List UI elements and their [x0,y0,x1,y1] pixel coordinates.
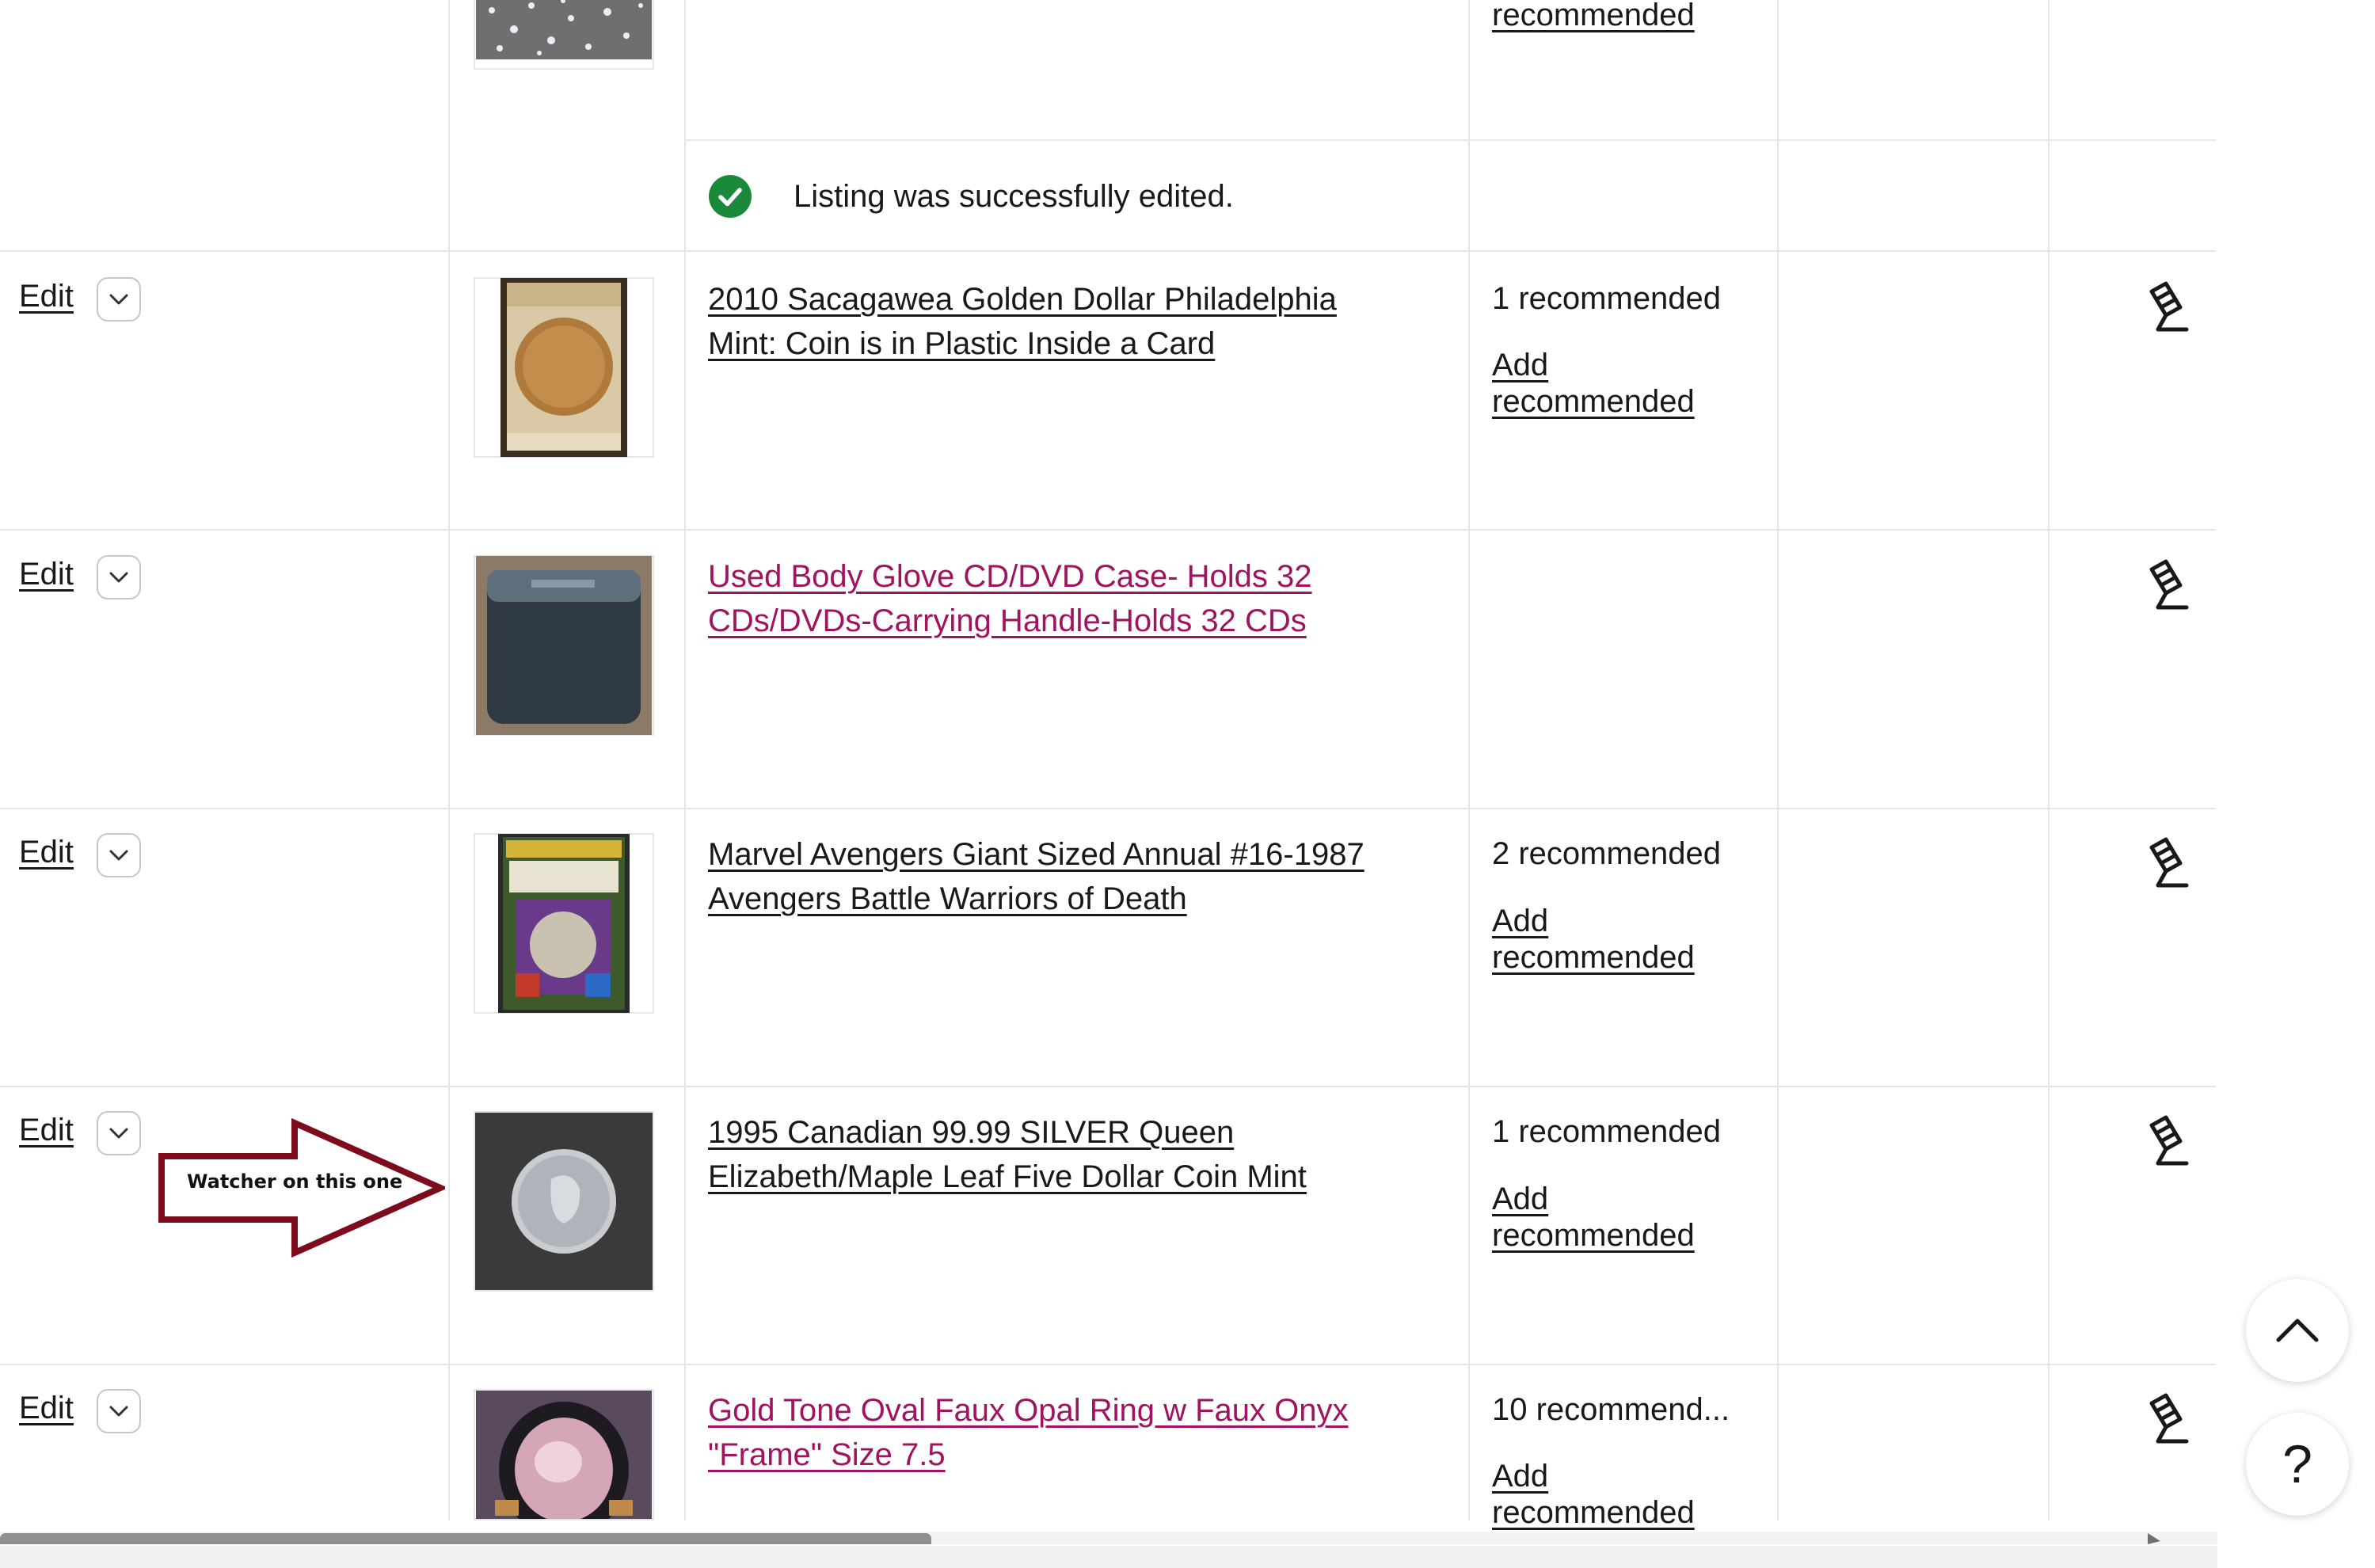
chevron-down-icon [109,294,128,305]
column-divider [1468,0,1470,1520]
success-check-icon [708,174,752,219]
listing-title-link[interactable]: 2010 Sacagawea Golden Dollar Philadelphi… [708,282,1337,361]
column-divider [1777,0,1779,1520]
listing-title-link[interactable]: Marvel Avengers Giant Sized Annual #16-1… [708,837,1364,916]
chevron-up-icon [2276,1319,2319,1342]
success-message: Listing was successfully edited. [794,179,1234,214]
add-recommended-link[interactable]: Add recommended [1492,903,1745,976]
listing-thumbnail[interactable] [474,555,654,736]
actions-dropdown-button[interactable] [97,555,141,599]
listing-title-link[interactable]: Used Body Glove CD/DVD Case- Holds 32 CD… [708,559,1312,638]
help-icon: ? [2282,1434,2312,1494]
row-divider [0,1086,2216,1087]
listing-thumbnail[interactable] [474,1111,654,1292]
chevron-down-icon [109,850,128,861]
chevron-down-icon [109,1406,128,1417]
row-divider [684,139,2216,141]
listing-title-link[interactable]: Gold Tone Oval Faux Opal Ring w Faux Ony… [708,1393,1349,1472]
gavel-icon[interactable] [2134,836,2190,892]
listing-thumbnail[interactable] [474,277,654,458]
add-recommended-link[interactable]: Add recommended [1492,1181,1745,1254]
recommended-count: 1 recommended [1492,281,1722,316]
back-to-top-button[interactable] [2246,1279,2349,1382]
chevron-down-icon [109,1128,128,1139]
add-recommended-link[interactable]: recommended [1492,0,1745,33]
help-button[interactable]: ? [2246,1413,2349,1516]
column-divider [2048,0,2050,1520]
listing-thumbnail[interactable] [474,833,654,1014]
actions-dropdown-button[interactable] [97,1389,141,1433]
edit-link[interactable]: Edit [19,1113,74,1148]
row-divider [0,1364,2216,1365]
horizontal-scrollbar-thumb[interactable] [0,1533,931,1544]
listing-thumbnail[interactable] [474,0,654,70]
edit-link[interactable]: Edit [19,557,74,592]
recommended-count: 1 recommended [1492,1114,1722,1149]
row-divider [0,250,2216,252]
scroll-right-arrow-icon[interactable] [2148,1533,2160,1544]
edit-link[interactable]: Edit [19,279,74,314]
edit-link[interactable]: Edit [19,1391,74,1426]
recommended-count: 10 recommend... [1492,1392,1730,1427]
add-recommended-link[interactable]: Add recommended [1492,347,1745,420]
row-divider [0,529,2216,531]
gavel-icon[interactable] [2134,1114,2190,1170]
row-divider [0,808,2216,809]
gavel-icon[interactable] [2134,280,2190,336]
edit-link[interactable]: Edit [19,835,74,870]
column-divider [448,0,450,1520]
add-recommended-link[interactable]: Add recommended [1492,1458,1745,1531]
listing-thumbnail[interactable] [474,1389,654,1520]
gavel-icon[interactable] [2134,558,2190,614]
horizontal-scrollbar[interactable] [0,1546,2217,1568]
chevron-down-icon [109,572,128,583]
actions-dropdown-button[interactable] [97,833,141,877]
column-divider [684,0,686,1520]
actions-dropdown-button[interactable] [97,277,141,322]
actions-dropdown-button[interactable] [97,1111,141,1155]
gavel-icon[interactable] [2134,1392,2190,1448]
recommended-count: 2 recommended [1492,836,1722,871]
listing-title-link[interactable]: 1995 Canadian 99.99 SILVER Queen Elizabe… [708,1115,1307,1194]
annotation-label: Watcher on this one [187,1170,403,1193]
